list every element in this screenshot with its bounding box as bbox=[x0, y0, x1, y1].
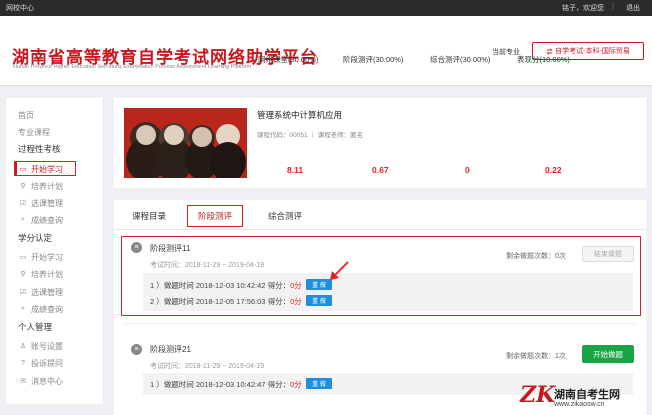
sidebar-item-credit-start-study[interactable]: ▭ 开始学习 bbox=[0, 250, 96, 264]
list-icon: ≡ bbox=[131, 344, 142, 355]
tab-course-catalog[interactable]: 课程目录 bbox=[132, 210, 166, 222]
exam-remaining-attempts: 剩余做题次数：1次 bbox=[506, 353, 566, 360]
score-value-stage-eval: 0.67 bbox=[372, 165, 389, 175]
sidebar-item-account-settings[interactable]: ♙ 账号设置 bbox=[0, 339, 96, 353]
course-name: 管理系统中计算机应用 bbox=[257, 110, 343, 120]
sidebar-item-training-plan[interactable]: ⚲ 培养计划 bbox=[0, 179, 96, 193]
sidebar-item-label: 选课管理 bbox=[31, 287, 63, 297]
top-bar: 网校中心 铭子，欢迎您 | 退出 bbox=[0, 0, 652, 16]
checkbox-icon: ☑ bbox=[19, 289, 27, 296]
question-icon: ? bbox=[21, 359, 25, 367]
sidebar-item-credit-score-query[interactable]: ⌕ 成绩查询 bbox=[0, 302, 96, 316]
watermark-name: 湖南自考生网 bbox=[554, 389, 620, 401]
exam-title: 阶段测评11 bbox=[150, 244, 191, 253]
attempt-row: 2 ）做题时间 2018-12-05 17:56:03 得分：0分 bbox=[150, 297, 302, 306]
sidebar-section-process: 过程性考核 bbox=[18, 144, 61, 154]
monitor-icon: ▭ bbox=[19, 254, 27, 261]
exam-title: 阶段测评21 bbox=[150, 345, 191, 354]
plan-icon: ⚲ bbox=[20, 183, 26, 190]
watermark-url: www.zikaosw.cn bbox=[554, 401, 605, 408]
course-meta: 课程代码：00051 ｜ 课程老师：匿名 bbox=[257, 132, 364, 139]
attempt-row: 1 ）做题时间 2018-12-03 10:42:47 得分：0分 bbox=[150, 380, 302, 389]
site-subtitle: Hunan Province Higher Education Self-stu… bbox=[13, 64, 252, 70]
list-icon: ≡ bbox=[131, 242, 142, 253]
attempt-score: 0分 bbox=[290, 297, 302, 306]
highlight-box-start-study bbox=[14, 161, 76, 176]
user-icon: ♙ bbox=[19, 343, 27, 350]
finish-exam-button[interactable]: 结束做题 bbox=[582, 246, 634, 262]
sidebar-item-label: 开始学习 bbox=[31, 252, 63, 262]
score-value-comprehensive-eval: 0 bbox=[465, 165, 470, 175]
site-header: 湖南省高等教育自学考试网络助学平台 Hunan Province Higher … bbox=[0, 16, 652, 86]
tab-divider bbox=[114, 229, 646, 230]
sidebar-item-label: 成绩查询 bbox=[31, 215, 63, 225]
exam-divider bbox=[124, 323, 636, 324]
sidebar-item-complaints[interactable]: ? 投诉提问 bbox=[0, 356, 96, 370]
plan-icon: ⚲ bbox=[20, 271, 26, 278]
message-icon: ✉ bbox=[20, 378, 26, 385]
score-value-performance: 0.22 bbox=[545, 165, 562, 175]
exam-time: 考试时间：2018-11-29 ~ 2019-04-19 bbox=[150, 363, 265, 370]
score-value-network-class: 8.11 bbox=[287, 165, 304, 175]
annotation-arrow-icon bbox=[330, 261, 349, 280]
sidebar-item-label: 消息中心 bbox=[31, 376, 63, 386]
site-watermark: ZK 湖南自考生网 www.zikaosw.cn bbox=[520, 382, 652, 415]
welcome-user: 铭子，欢迎您 bbox=[562, 5, 604, 12]
course-cover-image bbox=[124, 108, 247, 178]
sidebar-item-course-selection[interactable]: ☑ 选课管理 bbox=[0, 196, 96, 210]
score-label-performance: 表现分(10.00%) bbox=[517, 55, 570, 64]
attempt-row: 1 ）做题时间 2018-12-03 10:42:42 得分：0分 bbox=[150, 281, 302, 290]
score-label-network-class: 网络课堂(30.00%) bbox=[258, 55, 319, 64]
topbar-separator: | bbox=[612, 3, 614, 10]
watermark-logo: ZK bbox=[520, 382, 556, 408]
sidebar-section-credit: 学分认定 bbox=[18, 233, 53, 243]
search-icon: ⌕ bbox=[21, 216, 25, 223]
school-center-link[interactable]: 网校中心 bbox=[6, 3, 34, 13]
exam-time: 考试时间：2018-11-29 ~ 2019-04-19 bbox=[150, 262, 265, 269]
sidebar-item-home[interactable]: 首页 bbox=[0, 108, 96, 122]
redo-button[interactable]: 重 做 bbox=[306, 378, 332, 389]
redo-button[interactable]: 重 做 bbox=[306, 295, 332, 306]
sidebar-item-label: 培养计划 bbox=[31, 181, 63, 191]
tab-comprehensive-evaluation[interactable]: 综合测评 bbox=[268, 210, 302, 222]
sidebar-section-personal: 个人管理 bbox=[18, 322, 53, 332]
exam-remaining-attempts: 剩余做题次数：0次 bbox=[506, 253, 566, 260]
highlight-box-stage-tab bbox=[187, 205, 243, 227]
sidebar-item-label: 选课管理 bbox=[31, 198, 63, 208]
current-major-label: 当前专业 bbox=[492, 49, 520, 56]
sidebar-item-courses[interactable]: 专业课程 bbox=[0, 125, 96, 139]
score-label-comprehensive-eval: 综合测评(30.00%) bbox=[430, 55, 491, 64]
sidebar-item-label: 账号设置 bbox=[31, 341, 63, 351]
logout-link[interactable]: 退出 bbox=[626, 3, 640, 13]
score-label-stage-eval: 阶段测评(30.00%) bbox=[343, 55, 404, 64]
checkbox-icon: ☑ bbox=[19, 200, 27, 207]
attempt-score: 0分 bbox=[290, 380, 302, 389]
sidebar-item-label: 成绩查询 bbox=[31, 304, 63, 314]
attempt-score: 0分 bbox=[290, 281, 302, 290]
sidebar-item-credit-course-selection[interactable]: ☑ 选课管理 bbox=[0, 285, 96, 299]
search-icon: ⌕ bbox=[21, 305, 25, 312]
start-exam-button[interactable]: 开始做题 bbox=[582, 345, 634, 363]
sidebar-item-messages[interactable]: ✉ 消息中心 bbox=[0, 374, 96, 388]
sidebar-item-credit-training-plan[interactable]: ⚲ 培养计划 bbox=[0, 267, 96, 281]
sidebar-item-score-query[interactable]: ⌕ 成绩查询 bbox=[0, 213, 96, 227]
sidebar-item-label: 投诉提问 bbox=[31, 358, 63, 368]
sidebar-item-label: 培养计划 bbox=[31, 269, 63, 279]
